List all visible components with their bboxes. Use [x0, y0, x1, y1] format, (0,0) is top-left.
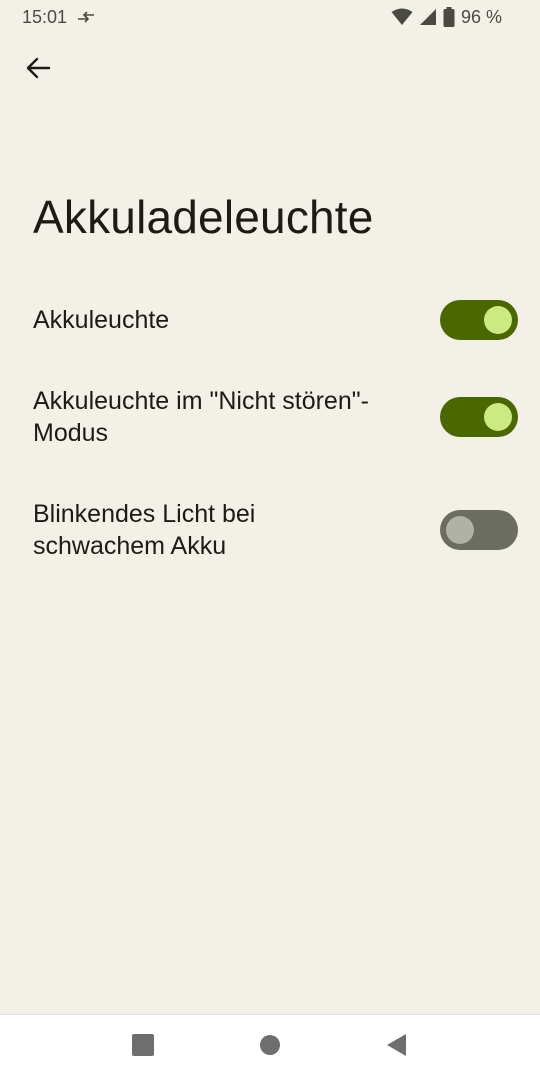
- setting-row-akkuleuchte[interactable]: Akkuleuchte: [0, 300, 540, 340]
- setting-row-nicht-stoeren[interactable]: Akkuleuchte im "Nicht stören"-Modus: [0, 385, 540, 449]
- setting-label: Akkuleuchte: [33, 306, 170, 334]
- setting-row-blinkendes-licht[interactable]: Blinkendes Licht bei schwachem Akku: [0, 498, 540, 562]
- toggle-switch[interactable]: [440, 510, 518, 550]
- status-time: 15:01: [22, 6, 68, 27]
- wifi-icon: [391, 8, 413, 26]
- home-circle-icon: [259, 1034, 281, 1061]
- recents-square-icon: [132, 1034, 155, 1061]
- switch-thumb: [484, 403, 512, 431]
- setting-label: Akkuleuchte im "Nicht stören"-Modus: [33, 387, 369, 447]
- recents-button[interactable]: [118, 1023, 168, 1073]
- setting-label: Blinkendes Licht bei schwachem Akku: [33, 500, 256, 560]
- navigation-bar: [0, 1014, 540, 1080]
- battery-percent: 96 %: [460, 6, 502, 27]
- status-bar: 15:01 96 %: [0, 0, 540, 34]
- toggle-switch[interactable]: [440, 300, 518, 340]
- arrow-back-icon: [25, 55, 51, 86]
- screen: 15:01 96 % Akkuladeleuchte Akkuleuchte A…: [0, 0, 540, 1080]
- switch-thumb: [446, 516, 474, 544]
- page-title: Akkuladeleuchte: [33, 191, 374, 243]
- signal-icon: [419, 8, 437, 26]
- data-transfer-icon: [77, 10, 95, 24]
- toggle-switch[interactable]: [440, 397, 518, 437]
- status-right: 96 %: [391, 7, 502, 28]
- back-button[interactable]: [14, 46, 62, 94]
- battery-icon: [443, 7, 455, 27]
- back-triangle-icon: [386, 1033, 408, 1062]
- switch-thumb: [484, 306, 512, 334]
- home-button[interactable]: [245, 1023, 295, 1073]
- status-left: 15:01: [22, 7, 95, 28]
- nav-back-button[interactable]: [372, 1023, 422, 1073]
